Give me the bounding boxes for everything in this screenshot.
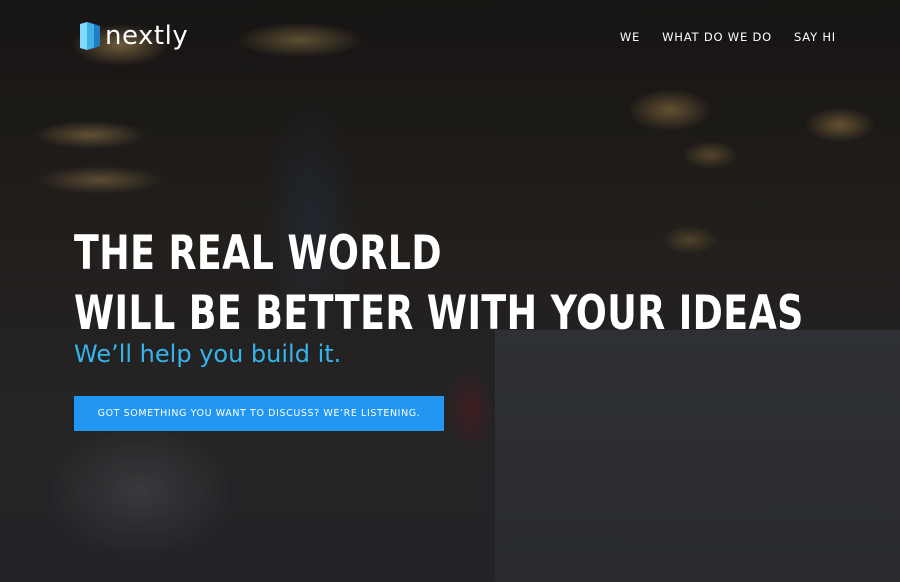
- nav-item-say-hi[interactable]: SAY HI: [794, 30, 836, 44]
- headline-line-1: THE REAL WORLD: [74, 226, 442, 281]
- brand-logo-link[interactable]: nextly: [79, 20, 188, 52]
- hero-content: THE REAL WORLD WILL BE BETTER WITH YOUR …: [74, 224, 900, 431]
- hero-headline: THE REAL WORLD WILL BE BETTER WITH YOUR …: [74, 224, 804, 344]
- main-nav: WE WHAT DO WE DO SAY HI: [620, 30, 836, 44]
- top-navigation-bar: nextly WE WHAT DO WE DO SAY HI: [0, 0, 900, 72]
- hero-section: nextly WE WHAT DO WE DO SAY HI THE REAL …: [0, 0, 900, 582]
- brand-name: nextly: [105, 21, 189, 51]
- nextly-logo-icon: [79, 20, 101, 52]
- headline-line-2: WILL BE BETTER WITH YOUR IDEAS: [74, 286, 804, 341]
- contact-cta-button[interactable]: GOT SOMETHING YOU WANT TO DISCUSS? WE’RE…: [74, 396, 444, 431]
- nav-item-we[interactable]: WE: [620, 30, 640, 44]
- nav-item-what-do-we-do[interactable]: WHAT DO WE DO: [662, 30, 772, 44]
- hero-subtitle: We’ll help you build it.: [74, 340, 342, 368]
